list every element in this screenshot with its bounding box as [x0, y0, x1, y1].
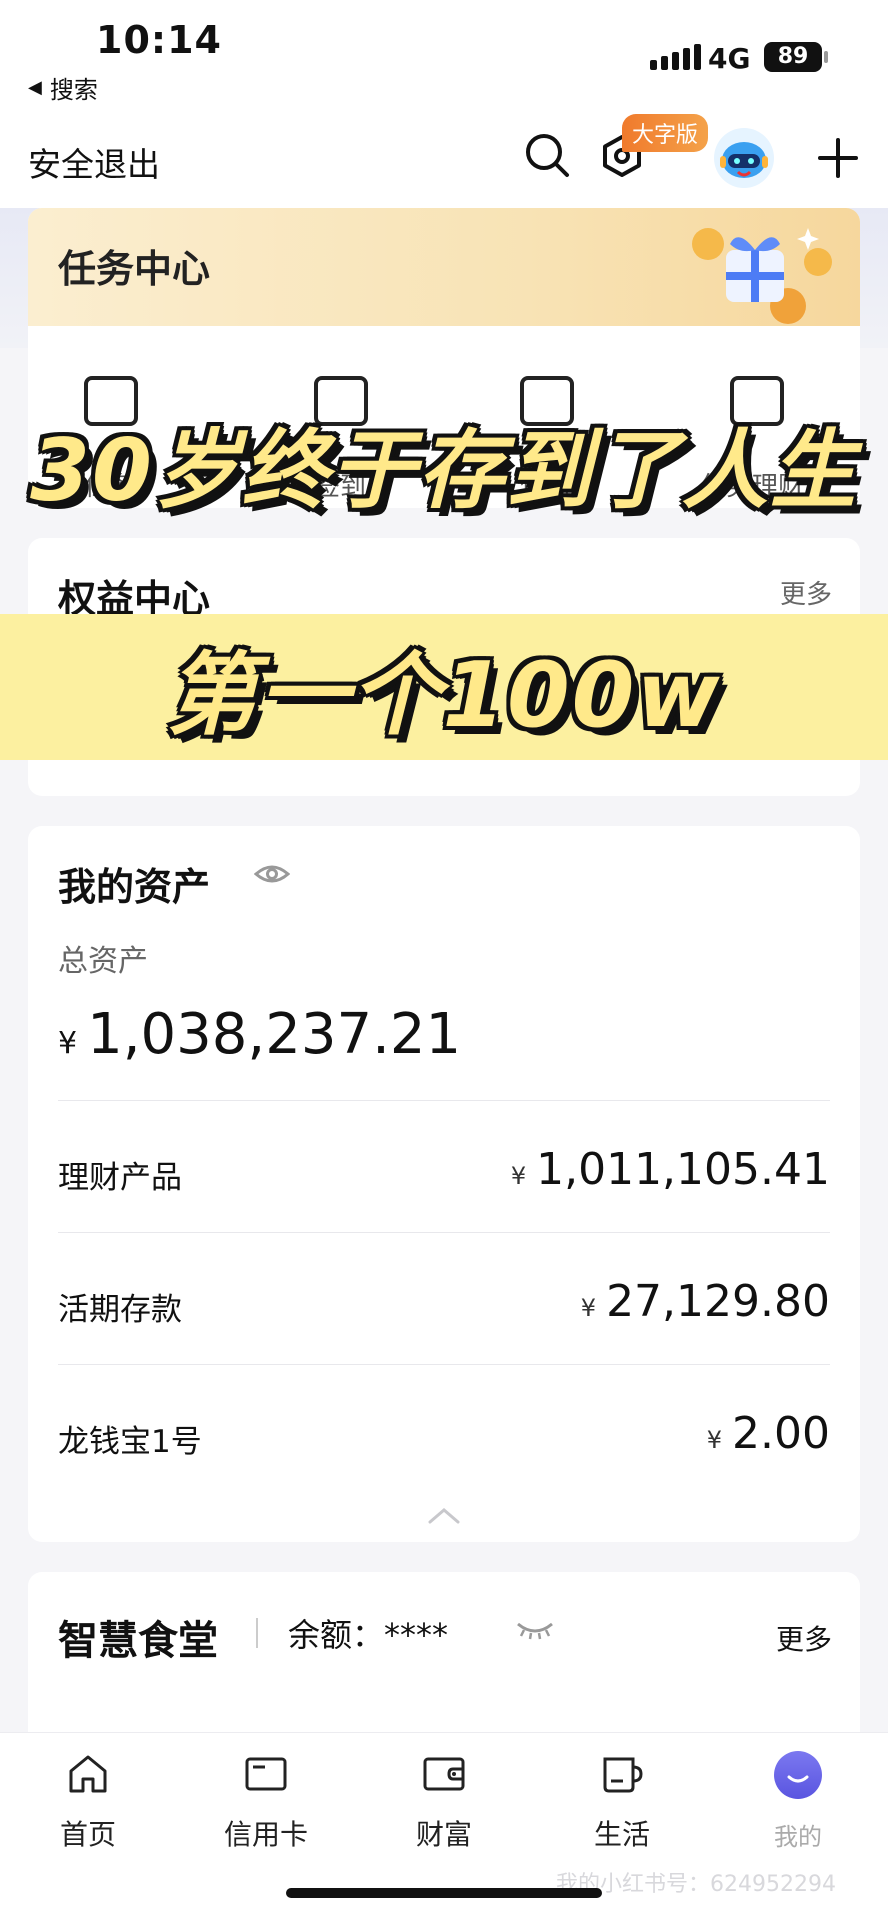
divider — [58, 1364, 830, 1365]
tab-label: 财富 — [415, 1818, 472, 1851]
total-assets-value: ¥ 1,038,237.21 — [58, 1002, 461, 1067]
canteen-balance: 余额：**** — [288, 1616, 449, 1654]
tab-home[interactable]: 首页 — [18, 1751, 158, 1853]
tab-wealth[interactable]: 财富 — [374, 1751, 514, 1853]
home-icon — [69, 1755, 107, 1793]
currency-symbol: ¥ — [706, 1426, 723, 1454]
tab-label: 我的 — [774, 1823, 822, 1851]
overlay-caption-line2: 第一个100w — [166, 643, 722, 748]
divider — [58, 1100, 830, 1101]
battery-cap-icon — [824, 51, 828, 63]
total-assets-label: 总资产 — [58, 944, 148, 979]
tab-label: 首页 — [59, 1818, 116, 1851]
total-assets-amount: 1,038,237.21 — [87, 1002, 462, 1067]
asset-row-amount: ¥ 2.00 — [707, 1408, 830, 1459]
app-screen: 10:14 ◀ 搜索 4G 89 安全退出 大字版 任务中心 任务 签到 任务 … — [0, 0, 888, 1920]
chevron-up-icon[interactable] — [428, 1506, 460, 1524]
asset-row-longqianbao[interactable]: 龙钱宝1号 ¥ 2.00 — [58, 1408, 830, 1468]
canteen-title: 智慧食堂 — [58, 1618, 218, 1664]
asset-row-amount: ¥ 27,129.80 — [581, 1276, 830, 1327]
my-assets-card: 我的资产 总资产 ¥ 1,038,237.21 理财产品 ¥ 1,011,105… — [28, 826, 860, 1542]
back-app-label: 搜索 — [49, 76, 98, 104]
back-to-app-link[interactable]: ◀ 搜索 — [28, 70, 98, 105]
asset-amount-value: 27,129.80 — [606, 1276, 830, 1327]
cup-icon — [603, 1757, 643, 1793]
currency-symbol: ¥ — [510, 1162, 527, 1190]
task-center-header: 任务中心 — [28, 208, 860, 326]
tab-credit-card[interactable]: 信用卡 — [196, 1751, 336, 1853]
status-time: 10:14 — [96, 18, 222, 62]
search-icon[interactable] — [524, 132, 570, 178]
task-center-title: 任务中心 — [58, 247, 211, 291]
gift-coins-icon — [692, 228, 832, 324]
logout-button[interactable]: 安全退出 — [28, 138, 160, 186]
asset-row-demand-deposit[interactable]: 活期存款 ¥ 27,129.80 — [58, 1276, 830, 1336]
asset-row-name: 理财产品 — [58, 1160, 182, 1196]
currency-symbol: ¥ — [580, 1294, 597, 1322]
big-font-badge[interactable]: 大字版 — [622, 114, 709, 152]
tab-label: 生活 — [593, 1818, 650, 1851]
asset-amount-value: 1,011,105.41 — [536, 1144, 830, 1195]
divider — [256, 1618, 258, 1648]
assets-title: 我的资产 — [58, 865, 211, 909]
asset-amount-value: 2.00 — [732, 1408, 830, 1459]
tab-life[interactable]: 生活 — [552, 1751, 692, 1853]
battery-level: 89 — [764, 42, 822, 72]
credit-card-icon — [245, 1757, 287, 1791]
asset-row-name: 活期存款 — [58, 1292, 182, 1328]
closed-eye-icon[interactable] — [516, 1620, 554, 1640]
currency-symbol: ¥ — [58, 1026, 78, 1061]
signal-bars-icon — [650, 44, 701, 70]
eye-icon[interactable] — [254, 862, 290, 886]
tab-label: 信用卡 — [223, 1818, 308, 1851]
robot-avatar[interactable] — [712, 126, 776, 190]
rights-more-link[interactable]: 更多 — [780, 574, 832, 611]
tab-mine[interactable]: 我的 — [728, 1751, 868, 1852]
status-bar: 10:14 ◀ 搜索 4G 89 — [0, 0, 888, 112]
canteen-more-link[interactable]: 更多 — [776, 1618, 832, 1658]
back-triangle-icon: ◀ — [28, 77, 42, 98]
wallet-icon — [423, 1757, 465, 1791]
asset-row-name: 龙钱宝1号 — [58, 1424, 202, 1460]
asset-row-amount: ¥ 1,011,105.41 — [511, 1144, 830, 1195]
mine-smile-icon — [774, 1751, 822, 1799]
network-type: 4G — [708, 42, 751, 75]
divider — [58, 1232, 830, 1233]
asset-row-wealth[interactable]: 理财产品 ¥ 1,011,105.41 — [58, 1144, 830, 1204]
plus-icon[interactable] — [816, 136, 860, 180]
top-header: 安全退出 大字版 — [0, 112, 888, 208]
overlay-caption-line1: 30岁终于存到了人生 — [30, 421, 858, 521]
home-indicator[interactable] — [286, 1888, 602, 1898]
